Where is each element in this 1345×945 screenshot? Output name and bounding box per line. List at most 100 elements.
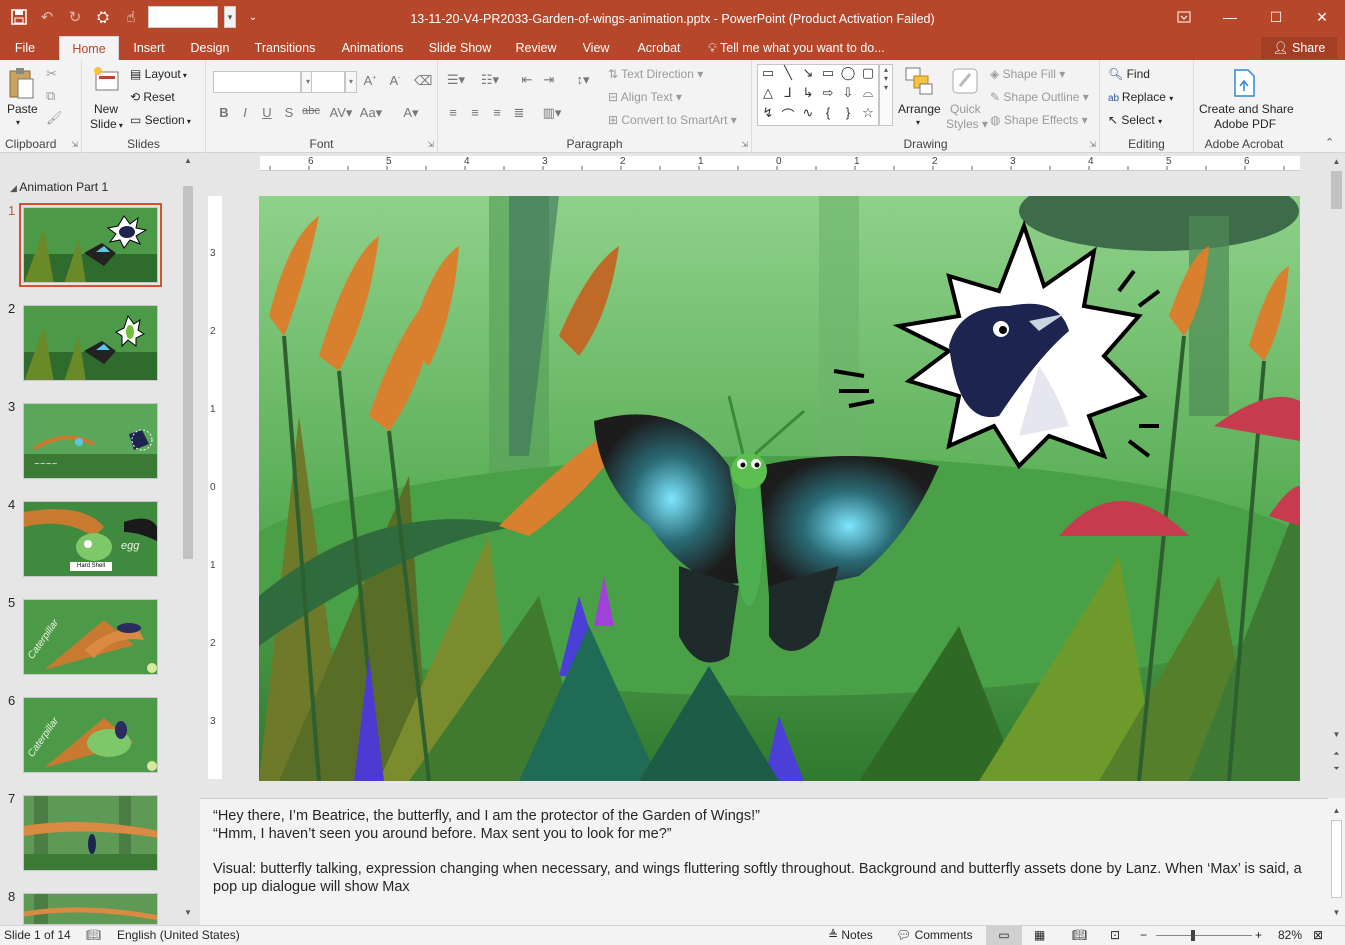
maximize-icon[interactable]: ☐: [1253, 0, 1299, 34]
slide-thumbnail-5[interactable]: Caterpillar: [23, 599, 158, 675]
find-button[interactable]: 🔍︎ Find: [1108, 67, 1150, 81]
layout-button[interactable]: ▤ Layout ▾: [130, 67, 187, 81]
zoom-in-icon[interactable]: +: [1255, 928, 1262, 942]
previous-slide-icon[interactable]: ⏶: [1328, 749, 1345, 759]
horizontal-ruler[interactable]: 6 5 4 3 2 1 0 1 2 3 4 5 6: [260, 156, 1300, 171]
shape-wave-icon[interactable]: ∿: [798, 105, 818, 125]
convert-smartart-button[interactable]: ⊞ Convert to SmartArt ▾: [608, 113, 737, 127]
cut-icon[interactable]: ✂: [46, 66, 57, 82]
arrange-icon[interactable]: [904, 66, 934, 96]
shape-right-brace-icon[interactable]: }: [838, 105, 858, 125]
qat-font-dropdown[interactable]: ▾: [224, 6, 236, 28]
bullets-icon[interactable]: ☰▾: [444, 72, 468, 88]
slide-thumbnail-6[interactable]: Caterpillar: [23, 697, 158, 773]
font-name-combo[interactable]: [213, 71, 301, 93]
close-icon[interactable]: ✕: [1299, 0, 1345, 34]
justify-icon[interactable]: ≣: [510, 105, 528, 121]
increase-indent-icon[interactable]: ⇥: [540, 72, 558, 88]
slideshow-view-icon[interactable]: ⊡: [1110, 928, 1120, 942]
new-slide-label-1[interactable]: New: [94, 102, 118, 116]
normal-view-icon[interactable]: ▭: [986, 926, 1022, 945]
slide-canvas[interactable]: [259, 196, 1300, 781]
paste-icon[interactable]: [7, 66, 35, 100]
bold-icon[interactable]: B: [215, 105, 233, 120]
select-button[interactable]: ↖ Select ▾: [1108, 113, 1162, 127]
copy-icon[interactable]: ⧉: [46, 88, 55, 104]
undo-icon[interactable]: ↶: [36, 6, 58, 28]
slide-thumbnail-4[interactable]: Hard Shell egg: [23, 501, 158, 577]
presentation-icon[interactable]: ⛭: [92, 6, 114, 28]
shape-line-icon[interactable]: ╲: [778, 65, 798, 85]
thumbnail-scrollbar[interactable]: ▲ ▼: [181, 153, 195, 925]
share-button[interactable]: 👤︎ Share: [1261, 37, 1337, 59]
save-icon[interactable]: [8, 6, 30, 28]
tell-me-box[interactable]: 💡︎ Tell me what you want to do...: [708, 36, 885, 60]
paragraph-launcher-icon[interactable]: ⇲: [741, 140, 748, 149]
shape-oval-icon[interactable]: ◯: [838, 65, 858, 85]
spellcheck-icon[interactable]: 📖︎: [86, 928, 101, 942]
align-center-icon[interactable]: ≡: [466, 105, 484, 120]
align-right-icon[interactable]: ≡: [488, 105, 506, 120]
shape-effects-button[interactable]: ◍ Shape Effects ▾: [990, 113, 1088, 127]
fit-to-window-icon[interactable]: ⊠: [1313, 928, 1323, 942]
touch-mode-icon[interactable]: ☝: [120, 6, 142, 28]
strikethrough-icon[interactable]: abc: [302, 105, 320, 117]
create-pdf-icon[interactable]: [1230, 68, 1258, 98]
redo-icon[interactable]: ↻: [64, 6, 86, 28]
ribbon-display-icon[interactable]: [1161, 0, 1207, 34]
tab-design[interactable]: Design: [186, 36, 234, 60]
slide-thumbnail-7[interactable]: [23, 795, 158, 871]
tab-home[interactable]: Home: [59, 36, 119, 60]
font-launcher-icon[interactable]: ⇲: [427, 140, 434, 149]
create-pdf-label-2[interactable]: Adobe PDF: [1214, 117, 1276, 131]
notes-scroll-up-icon[interactable]: ▲: [1328, 806, 1345, 815]
char-spacing-icon[interactable]: AV▾: [328, 105, 354, 121]
shape-rounded-rect-icon[interactable]: ▢: [858, 65, 878, 85]
shape-fill-button[interactable]: ◈ Shape Fill ▾: [990, 67, 1065, 81]
tab-acrobat[interactable]: Acrobat: [632, 36, 686, 60]
align-text-button[interactable]: ⊟ Align Text ▾: [608, 90, 682, 104]
notes-scrollbar[interactable]: ▲ ▼: [1328, 798, 1345, 925]
slide-thumbnail-8[interactable]: [23, 893, 158, 925]
shape-triangle-icon[interactable]: △: [758, 85, 778, 105]
section-button[interactable]: ▭ Section ▾: [130, 113, 191, 127]
reading-view-icon[interactable]: 📖︎: [1072, 928, 1087, 942]
vertical-ruler[interactable]: 3 2 1 0 1 2 3: [208, 196, 222, 779]
slide-thumbnail-3[interactable]: ~~~~: [23, 403, 158, 479]
slide-thumbnail-1[interactable]: [19, 203, 162, 287]
shape-star-icon[interactable]: ☆: [858, 105, 878, 125]
arrange-button[interactable]: Arrange: [898, 102, 941, 116]
font-size-combo[interactable]: [311, 71, 345, 93]
decrease-indent-icon[interactable]: ⇤: [518, 72, 536, 88]
shape-textbox-icon[interactable]: ▭: [758, 65, 778, 85]
slide-thumbnail-2[interactable]: [23, 305, 158, 381]
thumbnail-scroll-thumb[interactable]: [183, 186, 193, 559]
shape-arrow-line-icon[interactable]: ↘: [798, 65, 818, 85]
tab-animations[interactable]: Animations: [337, 36, 408, 60]
paste-dropdown-icon[interactable]: ▾: [16, 118, 20, 127]
text-direction-button[interactable]: ⇅ Text Direction ▾: [608, 67, 703, 81]
font-color-icon[interactable]: A▾: [399, 105, 423, 121]
zoom-out-icon[interactable]: −: [1140, 928, 1147, 942]
editor-scroll-up-icon[interactable]: ▲: [1328, 157, 1345, 166]
shape-connector-icon[interactable]: ⅃: [778, 85, 798, 105]
scroll-down-icon[interactable]: ▼: [181, 908, 195, 917]
comments-toggle[interactable]: 💬︎ Comments: [896, 928, 973, 942]
customize-qat-icon[interactable]: ⌄: [242, 6, 264, 28]
shape-arc-icon[interactable]: ⌒: [778, 105, 798, 125]
editor-scroll-thumb[interactable]: [1331, 171, 1342, 209]
new-slide-label-2[interactable]: Slide ▾: [90, 117, 123, 131]
shape-elbow-icon[interactable]: ↳: [798, 85, 818, 105]
shadow-icon[interactable]: S: [280, 105, 298, 120]
arrange-dropdown-icon[interactable]: ▾: [916, 118, 920, 127]
clipboard-launcher-icon[interactable]: ⇲: [71, 140, 78, 149]
zoom-slider[interactable]: [1156, 935, 1252, 936]
notes-pane[interactable]: “Hey there, I’m Beatrice, the butterfly,…: [200, 798, 1328, 925]
tab-transitions[interactable]: Transitions: [252, 36, 318, 60]
collapse-ribbon-icon[interactable]: ⌃: [1325, 136, 1334, 149]
tab-insert[interactable]: Insert: [127, 36, 171, 60]
drawing-launcher-icon[interactable]: ⇲: [1089, 140, 1096, 149]
quick-styles-label-2[interactable]: Styles ▾: [946, 117, 988, 131]
shapes-gallery-scroll[interactable]: ▴ ▾ ▾: [879, 64, 893, 126]
new-slide-icon[interactable]: [91, 65, 121, 95]
